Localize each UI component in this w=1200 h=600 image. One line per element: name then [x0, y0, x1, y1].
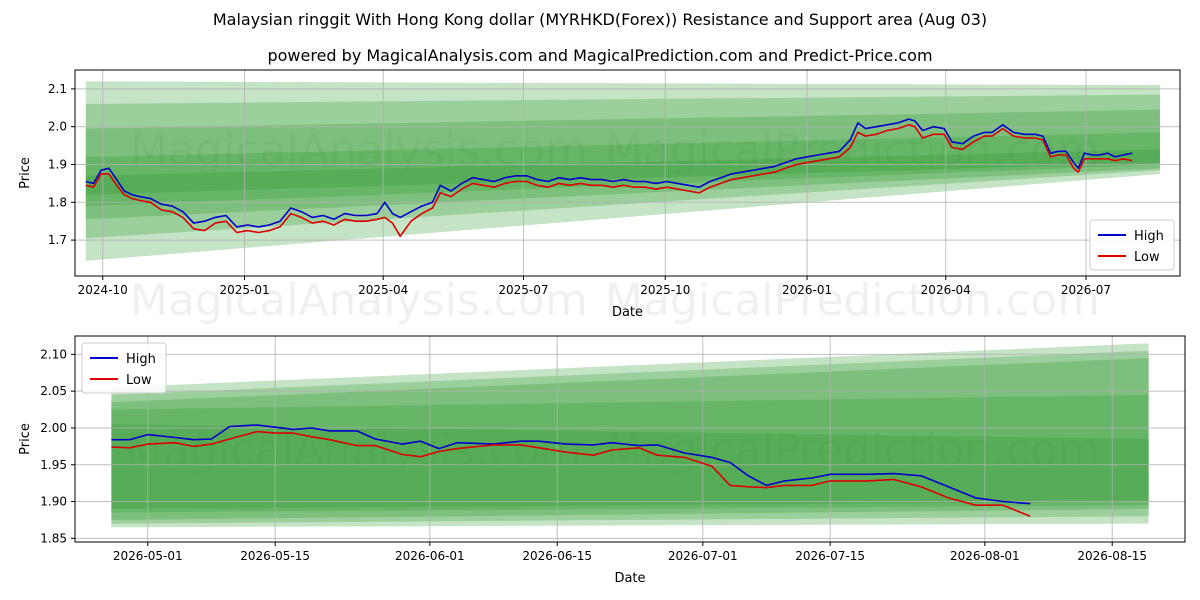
x-tick-label: 2025-10: [640, 283, 690, 297]
legend-label-low: Low: [126, 373, 152, 388]
legend-label-high: High: [1134, 229, 1164, 244]
chart-panel-2: 2026-05-01 2026-05-15 2026-06-01 2026-06-15…: [18, 335, 1186, 586]
y-tick-label: 1.95: [40, 458, 67, 472]
x-tick-label: 2026-08-01: [950, 549, 1020, 563]
x-tick-label: 2026-06-01: [395, 549, 465, 563]
support-resistance-band: [111, 424, 1149, 509]
y-tick-label: 2.00: [40, 421, 67, 435]
chart-canvas: MagicalAnalysis.com MagicalPrediction.com…: [18, 69, 1186, 586]
x-tick-label: 2026-01: [782, 283, 832, 297]
x-tick-label: 2026-07: [1061, 283, 1111, 297]
x-tick-label: 2026-04: [921, 283, 971, 297]
legend-label-low: Low: [1134, 250, 1160, 265]
y-axis-label: Price: [18, 423, 33, 455]
y-tick-label: 2.1: [48, 82, 67, 96]
x-tick-label: 2026-05-01: [113, 549, 183, 563]
legend: High Low: [1089, 219, 1175, 271]
x-tick-label: 2025-04: [358, 283, 408, 297]
x-tick-label: 2026-05-15: [240, 549, 310, 563]
legend-label-high: High: [126, 352, 156, 367]
legend-box: [81, 342, 167, 394]
x-tick-label: 2026-07-15: [795, 549, 865, 563]
y-tick-label: 2.0: [48, 120, 67, 134]
legend: High Low: [81, 342, 167, 394]
x-tick-label: 2025-07: [498, 283, 548, 297]
x-tick-label: 2026-08-15: [1077, 549, 1147, 563]
y-tick-label: 1.85: [40, 531, 67, 545]
y-tick-label: 2.10: [40, 347, 67, 361]
y-axis-label: Price: [18, 157, 33, 189]
x-axis-label: Date: [614, 571, 645, 586]
y-tick-label: 1.9: [48, 157, 67, 171]
y-tick-label: 1.90: [40, 495, 67, 509]
x-tick-label: 2026-07-01: [668, 549, 738, 563]
y-tick-label: 1.8: [48, 195, 67, 209]
legend-box: [1089, 219, 1175, 271]
y-tick-label: 1.7: [48, 233, 67, 247]
x-tick-label: 2024-10: [78, 283, 128, 297]
x-axis-label: Date: [612, 305, 643, 320]
x-tick-label: 2025-01: [219, 283, 269, 297]
y-tick-label: 2.05: [40, 384, 67, 398]
x-tick-label: 2026-06-15: [522, 549, 592, 563]
